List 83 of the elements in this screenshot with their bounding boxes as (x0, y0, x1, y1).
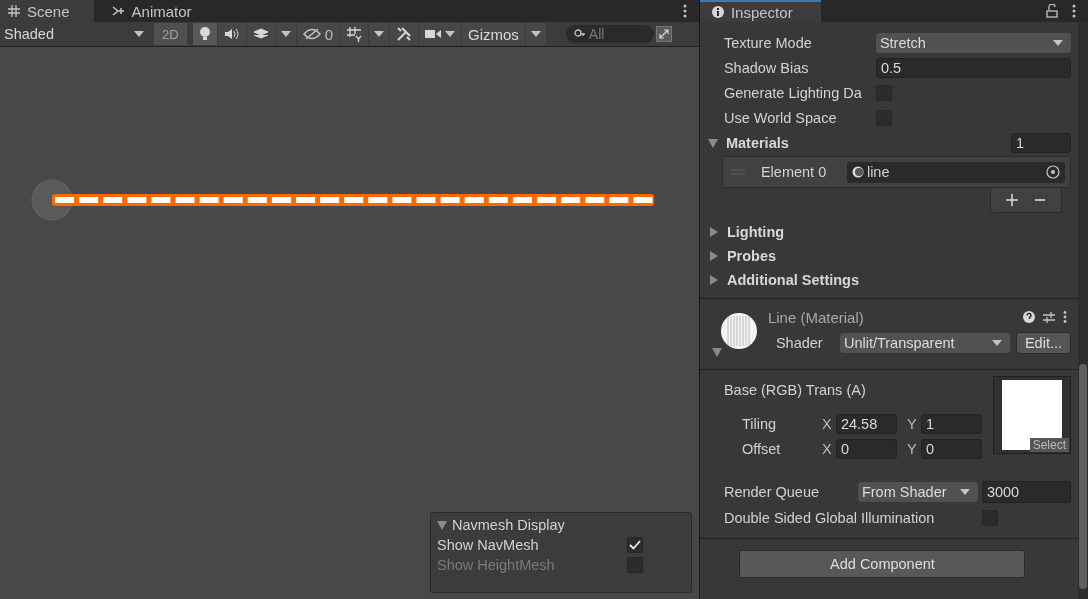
section-header[interactable]: Probes (726, 248, 777, 264)
lock-icon[interactable] (1046, 4, 1058, 18)
scrollbar[interactable] (1078, 22, 1088, 599)
foldout-icon[interactable] (711, 348, 722, 357)
layers-icon (252, 27, 269, 41)
property-label: Shadow Bias (723, 59, 810, 76)
material-title: Line (Material) (767, 308, 864, 326)
property-field[interactable]: 0.5 (875, 57, 1071, 78)
gizmos-dropdown[interactable] (525, 23, 546, 45)
section-header[interactable]: Lighting (726, 224, 785, 240)
overlay-title: Navmesh Display (452, 517, 565, 533)
axis-label: Y (906, 415, 917, 432)
more-icon[interactable] (1072, 4, 1076, 18)
branch-icon (111, 5, 125, 17)
maximize-icon[interactable] (655, 26, 672, 42)
edit-button[interactable]: Edit... (1015, 331, 1071, 354)
axis-label: X (821, 440, 832, 457)
number-field[interactable]: 24.58 (835, 413, 897, 434)
sliders-icon[interactable] (1043, 311, 1055, 323)
foldout-icon[interactable] (437, 520, 447, 530)
target-icon[interactable] (1046, 165, 1060, 179)
property-label: Generate Lighting Da (723, 84, 863, 101)
audio-toggle[interactable] (217, 23, 246, 45)
more-icon[interactable] (682, 4, 687, 18)
material-preview-icon (719, 312, 758, 350)
property-label: Use World Space (723, 109, 838, 126)
light-toggle[interactable] (192, 23, 217, 45)
help-icon[interactable] (1023, 311, 1035, 323)
option-label: Show HeightMesh (437, 557, 555, 573)
grid-toggle[interactable] (339, 23, 368, 45)
render-queue-field[interactable]: 3000 (981, 480, 1071, 503)
texture-label: Base (RGB) Trans (A) (723, 382, 867, 398)
grid-dropdown[interactable] (368, 23, 389, 45)
section-header: Materials (725, 135, 789, 151)
checkbox[interactable] (627, 537, 643, 553)
number-field[interactable]: 1 (920, 413, 982, 434)
foldout-icon[interactable] (709, 227, 718, 237)
hidden-objects-toggle[interactable]: 0 (296, 23, 339, 45)
add-component-button[interactable]: Add Component (739, 550, 1026, 578)
more-icon[interactable] (1063, 311, 1067, 323)
search-icon (573, 29, 586, 39)
axis-label: X (821, 415, 832, 432)
array-size-field[interactable]: 1 (1011, 133, 1071, 153)
foldout-icon[interactable] (709, 275, 718, 285)
shader-label: Shader (774, 334, 824, 351)
lightbulb-icon (198, 26, 211, 42)
property-label: Double Sided Global Illumination (723, 509, 936, 526)
number-field[interactable]: 0 (920, 438, 982, 459)
vector-label: Offset (741, 440, 782, 457)
tools-toggle[interactable] (389, 23, 418, 45)
property-dropdown[interactable]: Stretch (875, 32, 1071, 53)
draw-mode-dropdown[interactable]: Shaded (0, 26, 148, 42)
shader-dropdown[interactable]: Unlit/Transparent (839, 332, 1010, 353)
panel-tab[interactable]: Inspector (699, 0, 821, 22)
foldout-icon[interactable] (709, 251, 718, 261)
texture-slot[interactable]: Select (993, 376, 1071, 454)
camera-icon (424, 28, 441, 40)
effects-toggle[interactable] (246, 23, 275, 45)
panel-tab[interactable]: Animator (103, 0, 216, 22)
number-field[interactable]: 0 (835, 438, 897, 459)
camera-dropdown[interactable] (418, 23, 461, 45)
object-field[interactable]: line (846, 161, 1065, 183)
section-header[interactable]: Additional Settings (726, 272, 860, 288)
gizmos-button[interactable]: Gizmos (461, 23, 525, 45)
property-label: Render Queue (723, 483, 821, 500)
foldout-icon[interactable] (707, 138, 718, 148)
tools-icon (395, 26, 412, 42)
grid-icon (8, 5, 20, 17)
property-label: Texture Mode (723, 34, 813, 51)
vector-label: Tiling (741, 415, 778, 432)
grid-snap-icon (345, 26, 362, 42)
render-queue-dropdown[interactable]: From Shader (857, 481, 978, 502)
effects-dropdown[interactable] (275, 23, 296, 45)
speaker-icon (223, 28, 240, 40)
element-label: Element 0 (760, 164, 828, 180)
info-icon (711, 6, 724, 18)
option-label: Show NavMesh (437, 537, 539, 553)
hidden-eye-icon (302, 28, 321, 40)
sphere-icon (851, 166, 864, 178)
axis-label: Y (906, 440, 917, 457)
plus-icon[interactable] (1006, 194, 1019, 206)
select-button[interactable]: Select (1029, 438, 1069, 452)
panel-tab[interactable]: Scene (0, 0, 94, 22)
